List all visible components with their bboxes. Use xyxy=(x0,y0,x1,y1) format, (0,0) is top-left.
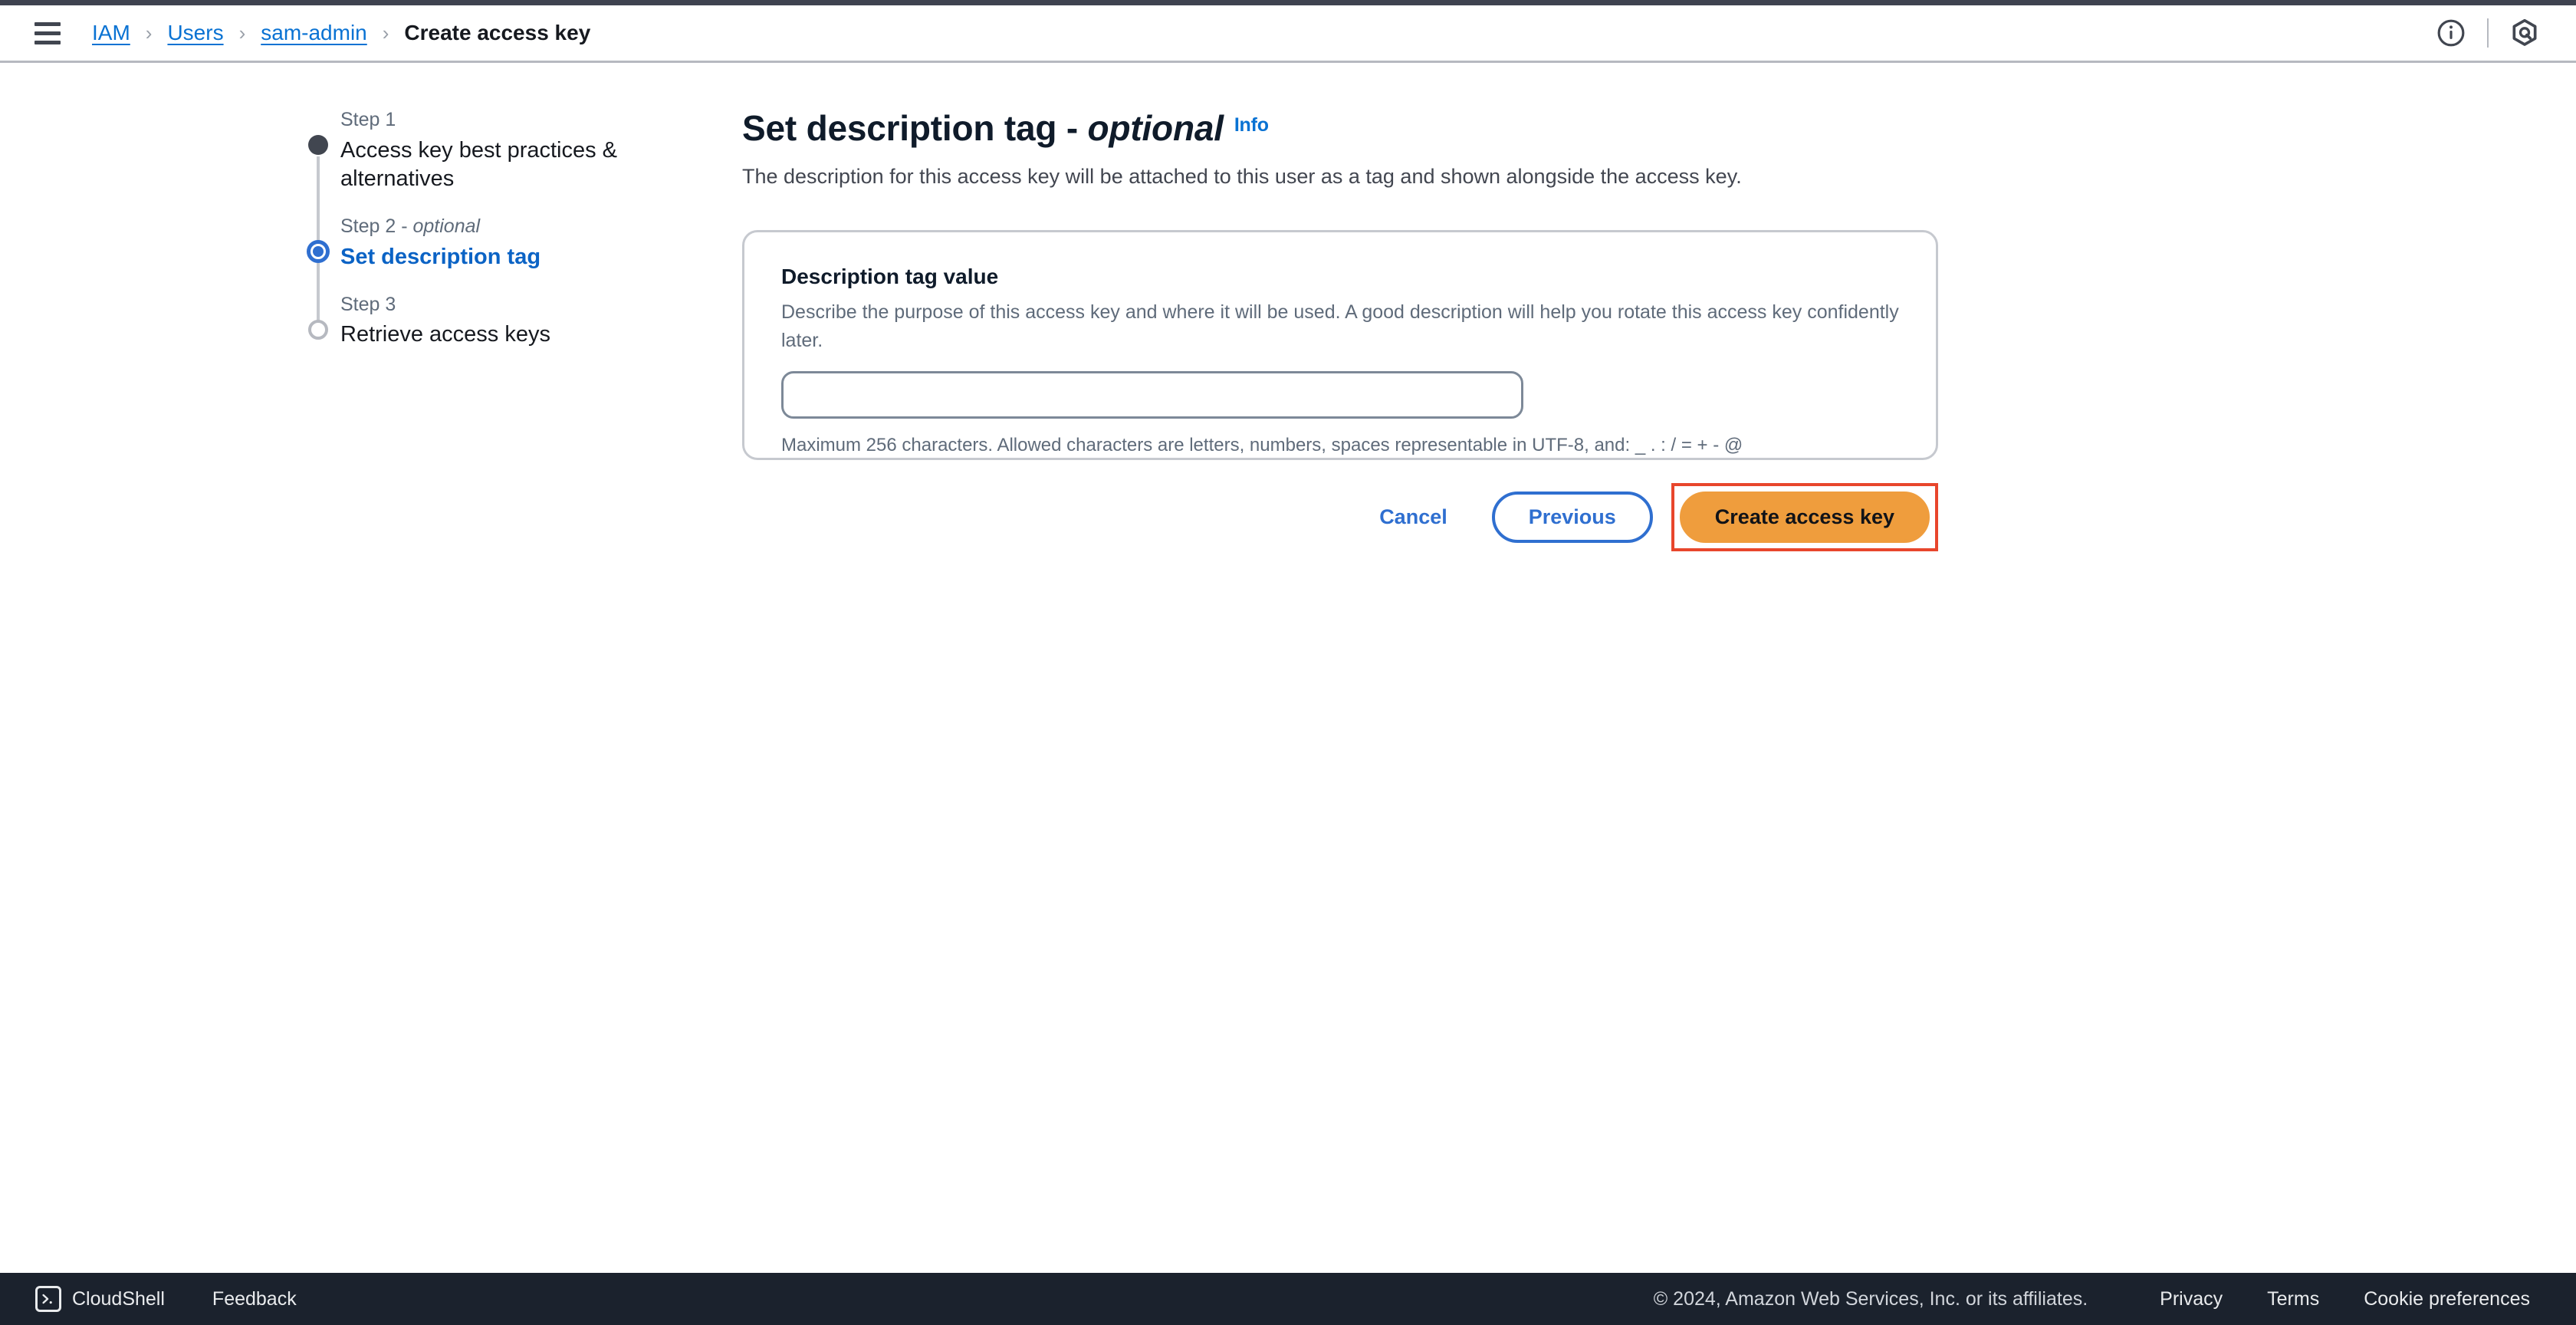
wizard-step-2-number: Step 2 - optional xyxy=(340,214,629,240)
cookie-preferences-link[interactable]: Cookie preferences xyxy=(2353,1282,2541,1317)
footer-left-group: CloudShell Feedback xyxy=(21,1280,314,1318)
description-tag-value-label: Description tag value xyxy=(781,265,999,288)
hamburger-line xyxy=(34,21,61,26)
cloudshell-label: CloudShell xyxy=(72,1287,165,1310)
wizard-step-2-number-text: Step 2 - xyxy=(340,215,413,238)
breadcrumb-item-sam-admin[interactable]: sam-admin xyxy=(261,21,366,45)
copyright-text: © 2024, Amazon Web Services, Inc. or its… xyxy=(1653,1287,2088,1310)
breadcrumb-separator-icon: › xyxy=(145,21,153,44)
page-description: The description for this access key will… xyxy=(742,165,1742,189)
step-marker-upcoming-icon xyxy=(307,318,330,341)
form-actions: Cancel Previous Create access key xyxy=(742,482,1938,551)
cancel-button[interactable]: Cancel xyxy=(1359,495,1467,540)
breadcrumb-item-iam[interactable]: IAM xyxy=(92,21,130,45)
step-marker-complete-icon xyxy=(307,133,330,156)
header-bar: IAM › Users › sam-admin › Create access … xyxy=(0,5,2576,63)
breadcrumb: IAM › Users › sam-admin › Create access … xyxy=(92,21,590,45)
page-title: Set description tag - optional Info xyxy=(742,107,1940,150)
breadcrumb-separator-icon: › xyxy=(382,21,389,44)
previous-button[interactable]: Previous xyxy=(1491,491,1653,543)
terms-link[interactable]: Terms xyxy=(2256,1282,2330,1317)
wizard-step-3-number: Step 3 xyxy=(340,293,396,315)
cloudshell-button[interactable]: CloudShell xyxy=(21,1280,179,1318)
header-actions xyxy=(2427,9,2548,57)
wizard-step-2-optional-tag: optional xyxy=(412,215,481,238)
wizard-step-2[interactable]: Step 2 - optional Set description tag xyxy=(307,214,629,324)
privacy-link[interactable]: Privacy xyxy=(2149,1282,2233,1317)
breadcrumb-item-current: Create access key xyxy=(404,21,591,44)
footer-right-group: © 2024, Amazon Web Services, Inc. or its… xyxy=(1654,1282,2541,1317)
wizard-step-navigation: Step 1 Access key best practices & alter… xyxy=(307,107,629,350)
amazon-q-hexagon-icon[interactable] xyxy=(2501,9,2548,57)
wizard-step-3-title: Retrieve access keys xyxy=(340,322,550,347)
page-title-main: Set description tag - xyxy=(742,108,1088,148)
wizard-step-3: Step 3 Retrieve access keys xyxy=(307,292,629,350)
wizard-step-1-number: Step 1 xyxy=(340,109,396,130)
create-access-key-button[interactable]: Create access key xyxy=(1679,491,1930,543)
header-divider xyxy=(2487,18,2489,48)
wizard-step-2-title: Set description tag xyxy=(340,244,541,269)
hamburger-line xyxy=(34,40,61,44)
wizard-step-1-title: Access key best practices & alternatives xyxy=(340,137,618,192)
create-access-key-highlight-box: Create access key xyxy=(1671,482,1938,551)
description-tag-value-input[interactable] xyxy=(781,370,1523,419)
breadcrumb-separator-icon: › xyxy=(238,21,246,44)
description-tag-value-hint: Describe the purpose of this access key … xyxy=(781,301,1899,351)
hamburger-menu-icon[interactable] xyxy=(32,18,63,48)
wizard-step-1[interactable]: Step 1 Access key best practices & alter… xyxy=(307,107,629,247)
step-marker-current-icon xyxy=(307,240,330,264)
hamburger-line xyxy=(34,31,61,35)
footer-bar: CloudShell Feedback © 2024, Amazon Web S… xyxy=(0,1273,2576,1325)
page-title-optional: optional xyxy=(1087,108,1224,148)
top-accent-strip xyxy=(0,0,2576,5)
description-tag-value-constraint: Maximum 256 characters. Allowed characte… xyxy=(781,434,1743,455)
info-link[interactable]: Info xyxy=(1234,114,1269,136)
info-circle-icon[interactable] xyxy=(2427,9,2475,57)
description-tag-card: Description tag value Describe the purpo… xyxy=(742,230,1938,460)
breadcrumb-item-users[interactable]: Users xyxy=(167,21,223,45)
terminal-prompt-icon xyxy=(35,1286,61,1312)
main-content-header: Set description tag - optional Info The d… xyxy=(742,107,1940,192)
feedback-button[interactable]: Feedback xyxy=(196,1282,314,1317)
